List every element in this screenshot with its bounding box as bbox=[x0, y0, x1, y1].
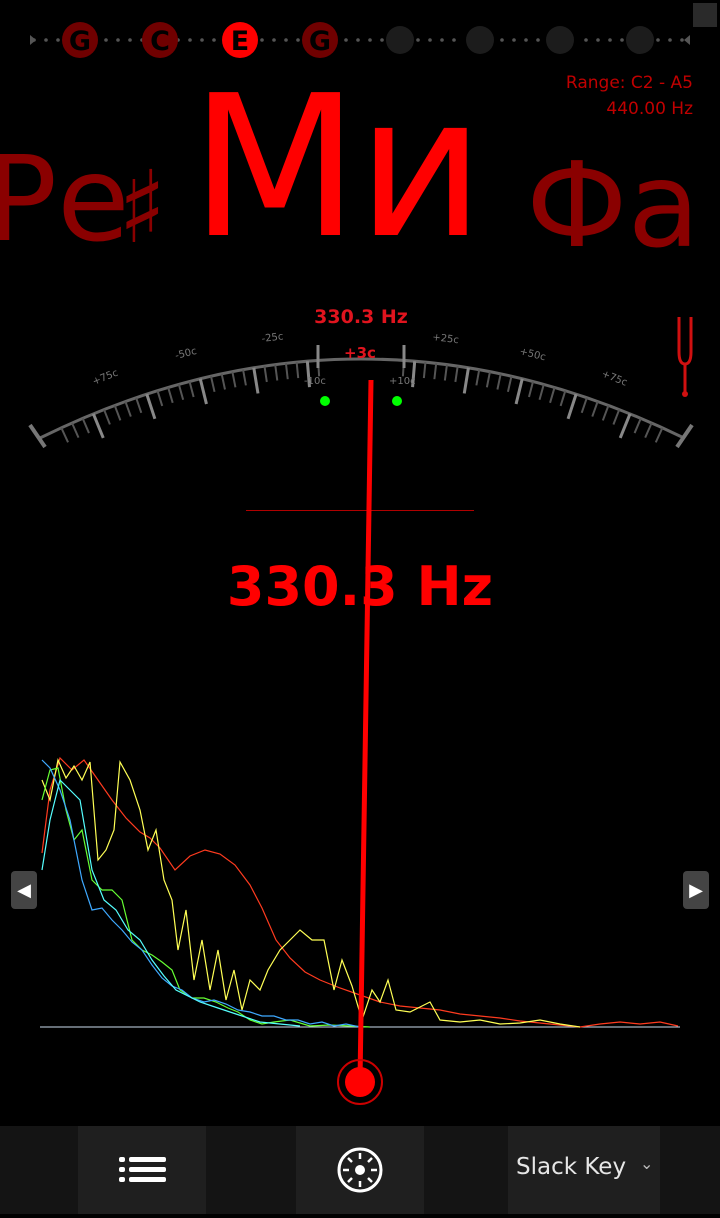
scroll-right-marker bbox=[684, 35, 690, 45]
cents-offset: +3c bbox=[344, 344, 376, 362]
connector-dot bbox=[524, 38, 528, 42]
empty-string-slot[interactable] bbox=[386, 26, 414, 54]
connector-dot bbox=[104, 38, 108, 42]
connector-dot bbox=[620, 38, 624, 42]
connector-dot bbox=[128, 38, 132, 42]
connector-dot bbox=[500, 38, 504, 42]
connector-dot bbox=[356, 38, 360, 42]
reference-frequency: 440.00 Hz bbox=[606, 99, 693, 119]
empty-string-slot[interactable] bbox=[626, 26, 654, 54]
connector-dot bbox=[296, 38, 300, 42]
connector-dot bbox=[452, 38, 456, 42]
connector-dot bbox=[284, 38, 288, 42]
connector-dot bbox=[344, 38, 348, 42]
previous-note-accidental: ♯ bbox=[118, 149, 167, 266]
previous-note: Ре bbox=[0, 130, 130, 268]
connector-dot bbox=[56, 38, 60, 42]
connector-dot bbox=[260, 38, 264, 42]
menu-button[interactable] bbox=[78, 1126, 206, 1214]
empty-string-slot[interactable] bbox=[546, 26, 574, 54]
empty-string-slot[interactable] bbox=[466, 26, 494, 54]
current-note: Ми bbox=[190, 54, 484, 282]
scroll-left-marker bbox=[30, 35, 36, 45]
connector-dot bbox=[116, 38, 120, 42]
scale-label: +50c bbox=[518, 346, 546, 363]
connector-dot bbox=[668, 38, 672, 42]
connector-dot bbox=[200, 38, 204, 42]
string-label: C bbox=[150, 26, 170, 57]
needle-line bbox=[357, 379, 374, 1081]
connector-dot bbox=[440, 38, 444, 42]
connector-dot bbox=[416, 38, 420, 42]
connector-dot bbox=[680, 38, 684, 42]
connector-dot bbox=[188, 38, 192, 42]
connector-dot bbox=[428, 38, 432, 42]
dial-settings-icon bbox=[337, 1147, 383, 1193]
connector-dot bbox=[584, 38, 588, 42]
list-menu-icon bbox=[119, 1157, 166, 1182]
tuner-screen: G C E G Range: C2 - A5 440.00 Hz Ре ♯ Ми Фа… bbox=[0, 0, 720, 1214]
chevron-down-icon: ⌄ bbox=[640, 1154, 654, 1173]
connector-dot bbox=[44, 38, 48, 42]
connector-dot bbox=[212, 38, 216, 42]
connector-dot bbox=[608, 38, 612, 42]
overflow-menu-button[interactable] bbox=[693, 3, 717, 27]
string-label: G bbox=[69, 26, 91, 57]
range-label: Range: C2 - A5 bbox=[565, 73, 693, 93]
needle-pivot bbox=[345, 1067, 375, 1097]
connector-dot bbox=[656, 38, 660, 42]
connector-dot bbox=[596, 38, 600, 42]
string-label: G bbox=[309, 26, 331, 57]
connector-dot bbox=[272, 38, 276, 42]
string-label: E bbox=[231, 26, 249, 57]
connector-dot bbox=[380, 38, 384, 42]
scale-label: +25c bbox=[432, 332, 460, 346]
settings-button[interactable] bbox=[296, 1126, 424, 1214]
preset-label: Slack Key bbox=[516, 1154, 627, 1180]
connector-dot bbox=[536, 38, 540, 42]
connector-dot bbox=[512, 38, 516, 42]
tuning-needle bbox=[337, 379, 383, 1105]
connector-dot bbox=[368, 38, 372, 42]
scale-label: -50c bbox=[174, 346, 198, 362]
next-note: Фа bbox=[526, 136, 700, 274]
scale-label: -25c bbox=[261, 331, 284, 345]
meter-frequency: 330.3 Hz bbox=[314, 306, 408, 328]
